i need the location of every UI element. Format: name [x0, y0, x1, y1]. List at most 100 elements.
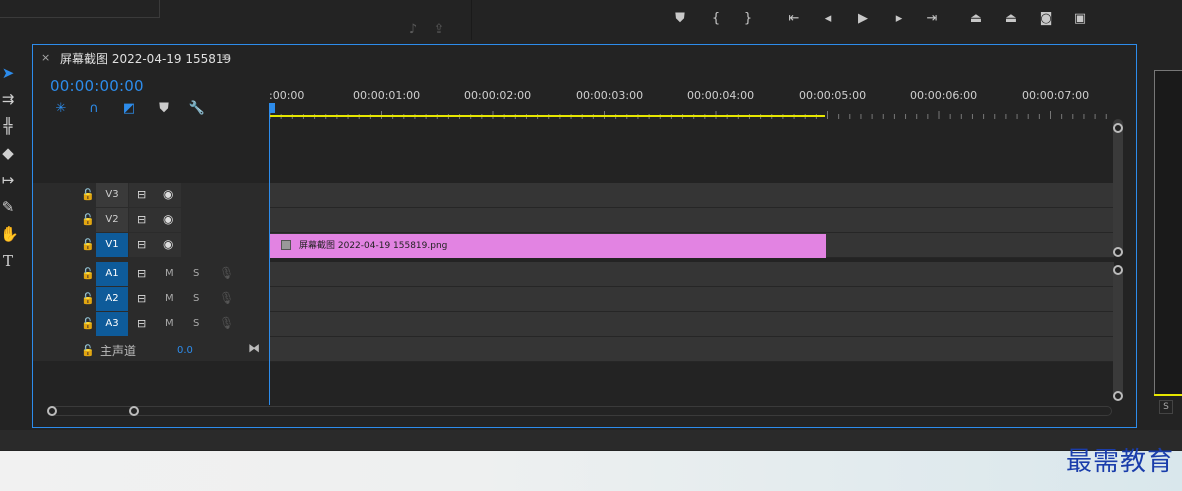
panel-menu-icon[interactable]: ≡: [221, 50, 231, 64]
track-lane-v3[interactable]: [269, 183, 1114, 208]
hand-tool-icon[interactable]: ✋: [0, 224, 19, 244]
add-marker-icon[interactable]: ⛊: [671, 11, 689, 27]
go-to-out-icon[interactable]: ⇥: [923, 11, 941, 27]
solo-button[interactable]: S: [193, 268, 199, 279]
timeline-panel: × 屏幕截图 2022-04-19 155819 ≡ 00:00:00:00 ✳…: [32, 44, 1137, 428]
track-header-a2[interactable]: 🔓 A2 ⊟ M S 🎙: [33, 287, 269, 312]
extract-icon[interactable]: ⏏: [1002, 11, 1020, 27]
sync-lock-icon[interactable]: ⊟: [137, 317, 146, 330]
timeline-settings-icon[interactable]: 🔧: [188, 101, 206, 117]
track-target-v3[interactable]: V3: [96, 183, 128, 207]
add-marker-icon[interactable]: ⛊: [155, 101, 173, 117]
track-header-v1[interactable]: 🔓 V1 ⊟ ◉: [33, 233, 269, 258]
right-panel: S: [1146, 44, 1182, 428]
selection-tool-icon[interactable]: ➤: [0, 63, 16, 83]
nest-toggle-icon[interactable]: ✳: [52, 101, 70, 117]
ruler-label: 00:00:07:00: [1022, 89, 1090, 102]
sync-lock-icon[interactable]: ⊟: [137, 238, 146, 251]
go-to-in-icon[interactable]: ⇤: [785, 11, 803, 27]
track-select-tool-icon[interactable]: ⇉: [0, 89, 16, 109]
playhead-line[interactable]: [269, 111, 270, 405]
meter-level-line: [1154, 394, 1182, 396]
lift-icon[interactable]: ⏏: [967, 11, 985, 27]
sequence-title: 屏幕截图 2022-04-19 155819: [60, 52, 232, 66]
mark-in-icon[interactable]: {: [707, 11, 725, 27]
lock-icon[interactable]: 🔓: [81, 267, 95, 280]
step-forward-icon[interactable]: ▸: [890, 11, 908, 27]
sequence-tab[interactable]: × 屏幕截图 2022-04-19 155819 ≡: [33, 45, 253, 71]
track-target-a2[interactable]: A2: [96, 287, 128, 311]
scroll-handle-top[interactable]: [1113, 123, 1123, 133]
solo-button[interactable]: S: [193, 318, 199, 329]
step-back-icon[interactable]: ◂: [819, 11, 837, 27]
snap-icon[interactable]: ∩: [85, 101, 103, 117]
slip-tool-icon[interactable]: ↦: [0, 170, 16, 190]
lock-icon[interactable]: 🔓: [81, 317, 95, 330]
mute-button[interactable]: M: [165, 293, 174, 304]
track-lane-a1[interactable]: [269, 262, 1114, 287]
razor-tool-icon[interactable]: ◆: [0, 143, 16, 163]
track-header-a1[interactable]: 🔓 A1 ⊟ M S 🎙: [33, 262, 269, 287]
ruler-label: 00:00:02:00: [464, 89, 532, 102]
track-header-a3[interactable]: 🔓 A3 ⊟ M S 🎙: [33, 312, 269, 337]
microphone-icon[interactable]: 🎙: [219, 291, 234, 305]
track-target-v1[interactable]: V1: [96, 233, 128, 257]
track-lane-master[interactable]: [269, 337, 1114, 362]
track-lane-a3[interactable]: [269, 312, 1114, 337]
track-target-a3[interactable]: A3: [96, 312, 128, 336]
lock-icon[interactable]: 🔓: [81, 188, 95, 201]
eye-icon[interactable]: ◉: [163, 212, 173, 226]
play-icon[interactable]: ▶: [854, 11, 872, 27]
horizontal-zoom-scrollbar[interactable]: [47, 406, 1112, 416]
mark-out-icon[interactable]: }: [739, 11, 757, 27]
insert-audio-icon[interactable]: ♪: [404, 22, 422, 38]
pen-tool-icon[interactable]: ✎: [0, 197, 16, 217]
zoom-handle-right[interactable]: [129, 406, 139, 416]
microphone-icon[interactable]: 🎙: [219, 316, 234, 330]
track-headers: 🔓 V3 ⊟ ◉ 🔓 V2 ⊟ ◉ 🔓 V1 ⊟ ◉ 🔓 A1 ⊟ M S 🎙 …: [33, 183, 269, 361]
scroll-handle-bottom[interactable]: [1113, 391, 1123, 401]
solo-button[interactable]: S: [193, 293, 199, 304]
time-ruler[interactable]: :00:00 00:00:01:00 00:00:02:00 00:00:03:…: [269, 75, 1114, 119]
zoom-handle-left[interactable]: [47, 406, 57, 416]
ruler-label: 00:00:06:00: [910, 89, 978, 102]
ripple-edit-tool-icon[interactable]: ╬: [0, 116, 16, 136]
linked-selection-icon[interactable]: ◩: [120, 101, 138, 117]
sync-lock-icon[interactable]: ⊟: [137, 267, 146, 280]
sync-lock-icon[interactable]: ⊟: [137, 213, 146, 226]
lock-icon[interactable]: 🔓: [81, 344, 95, 357]
lock-icon[interactable]: 🔓: [81, 238, 95, 251]
master-volume-value[interactable]: 0.0: [177, 345, 193, 356]
work-area-bar[interactable]: [269, 115, 825, 117]
eye-icon[interactable]: ◉: [163, 187, 173, 201]
timeline-clip[interactable]: 屏幕截图 2022-04-19 155819.png: [270, 234, 826, 258]
track-lane-a2[interactable]: [269, 287, 1114, 312]
scroll-handle-top[interactable]: [1113, 265, 1123, 275]
scroll-handle-bottom[interactable]: [1113, 247, 1123, 257]
close-icon[interactable]: ×: [41, 51, 50, 64]
type-tool-icon[interactable]: T: [0, 251, 16, 271]
ruler-label: 00:00:04:00: [687, 89, 755, 102]
button-editor-icon[interactable]: ▣: [1071, 11, 1089, 27]
sync-lock-icon[interactable]: ⊟: [137, 188, 146, 201]
export-icon[interactable]: ⇪: [430, 22, 448, 38]
audio-vertical-scrollbar[interactable]: [1113, 265, 1123, 401]
go-to-in-out-icon[interactable]: ⧓: [248, 341, 260, 355]
video-vertical-scrollbar[interactable]: [1113, 119, 1123, 257]
track-target-v2[interactable]: V2: [96, 208, 128, 232]
lock-icon[interactable]: 🔓: [81, 292, 95, 305]
solo-button[interactable]: S: [1159, 400, 1173, 414]
track-lane-v2[interactable]: [269, 208, 1114, 233]
lock-icon[interactable]: 🔓: [81, 213, 95, 226]
mute-button[interactable]: M: [165, 318, 174, 329]
track-header-v3[interactable]: 🔓 V3 ⊟ ◉: [33, 183, 269, 208]
playhead-timecode[interactable]: 00:00:00:00: [50, 77, 144, 95]
export-frame-icon[interactable]: ◙: [1037, 11, 1055, 27]
sync-lock-icon[interactable]: ⊟: [137, 292, 146, 305]
master-track-label: 主声道: [100, 344, 137, 358]
track-header-v2[interactable]: 🔓 V2 ⊟ ◉: [33, 208, 269, 233]
track-target-a1[interactable]: A1: [96, 262, 128, 286]
mute-button[interactable]: M: [165, 268, 174, 279]
eye-icon[interactable]: ◉: [163, 237, 173, 251]
microphone-icon[interactable]: 🎙: [219, 266, 234, 280]
